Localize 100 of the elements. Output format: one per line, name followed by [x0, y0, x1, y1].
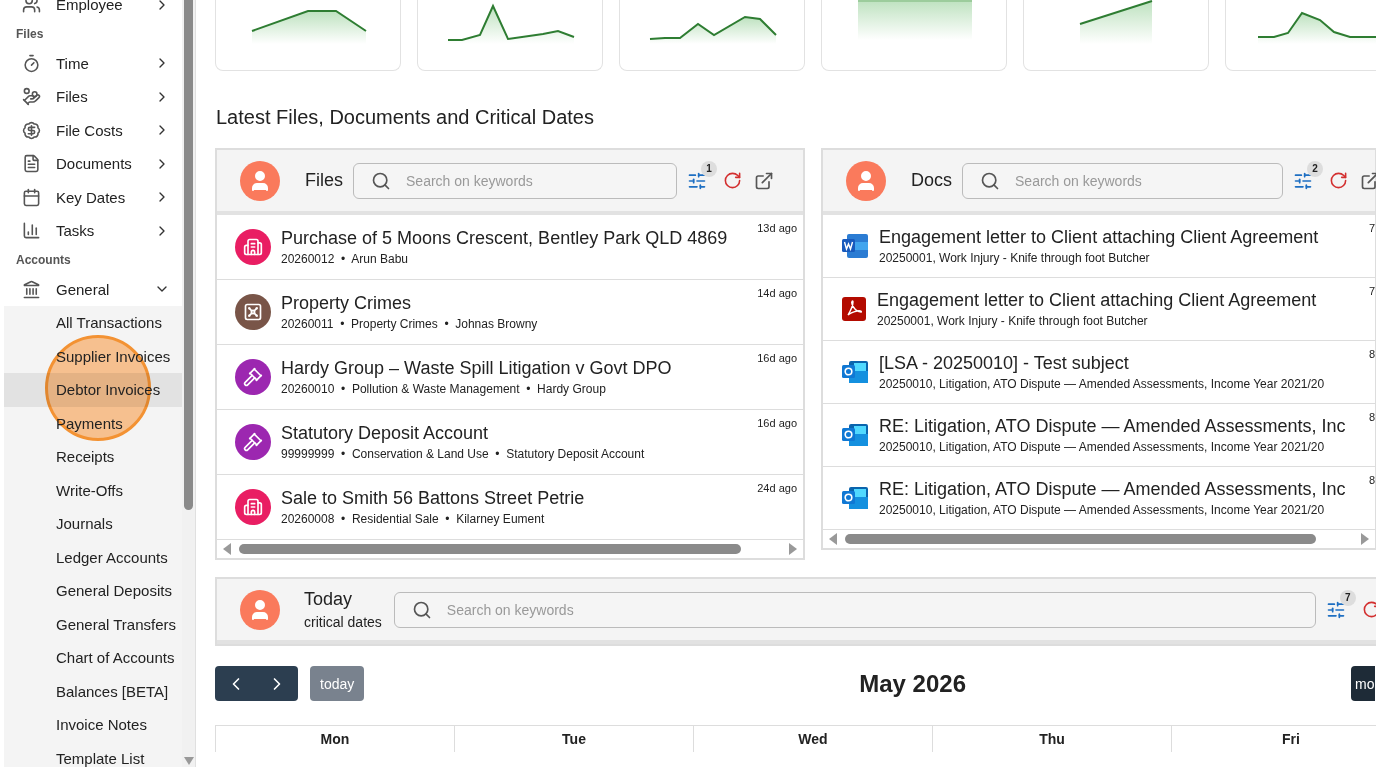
filter-icon — [1325, 599, 1346, 620]
row-title: Hardy Group – Waste Spill Litigation v Govt DPO — [281, 358, 672, 379]
sidebar-item[interactable]: Documents — [0, 147, 182, 181]
filter-button[interactable]: 2 — [1293, 160, 1323, 191]
count-badge: 2 — [1307, 160, 1323, 177]
sidebar-item[interactable]: Tasks — [0, 214, 182, 248]
day-header: Wed — [694, 726, 933, 752]
filter-icon — [1293, 170, 1313, 191]
row-details: 20260011 • Property Crimes • Johnas Browny — [281, 317, 538, 331]
submenu-item[interactable]: General Transfers — [4, 607, 182, 641]
search-icon — [980, 170, 1000, 191]
refresh-button[interactable] — [1361, 600, 1376, 619]
refresh-button[interactable] — [723, 171, 742, 190]
submenu-item[interactable]: Template List — [4, 741, 182, 767]
filter-button[interactable]: 1 — [687, 160, 717, 191]
row-time: 8 — [1368, 348, 1375, 360]
mail-file-icon — [841, 422, 869, 448]
item-label: Files — [56, 88, 89, 106]
bar-chart-icon — [22, 221, 41, 241]
item-label: Documents — [56, 155, 133, 173]
list-row[interactable]: [LSA - 20250010] - Test subject 20250010, Litigation, ATO Dispute — Amended Assessments, Income Year 2021/20 8 — [823, 341, 1375, 404]
sidebar-item[interactable]: General — [0, 272, 182, 306]
item-label: Tasks — [56, 222, 96, 240]
people-icon — [22, 0, 41, 15]
stopwatch-icon — [22, 53, 41, 73]
count-badge: 1 — [701, 160, 717, 177]
filter-button[interactable]: 7 — [1325, 589, 1356, 620]
day-header: Mon — [216, 726, 455, 752]
row-title: [LSA - 20250010] - Test subject — [879, 353, 1130, 374]
submenu-item[interactable]: Write-Offs — [4, 473, 182, 507]
list-row[interactable]: Property Crimes 20260011 • Property Crimes • Johnas Browny 14d ago — [217, 280, 803, 345]
search-field[interactable]: Search on keywords — [962, 162, 1283, 199]
calendar-icon — [22, 187, 41, 207]
dollar-badge-icon — [22, 120, 41, 140]
list-row[interactable]: RE: Litigation, ATO Dispute — Amended Assessments, Inc 20250010, Litigation, ATO Dispute — Amended Assessments, Income Year 2021/20 8 — [823, 467, 1375, 530]
row-details: 20250010, Litigation, ATO Dispute — Amended Assessments, Income Year 2021/20 — [879, 440, 1326, 454]
search-field[interactable]: Search on keywords — [353, 162, 677, 199]
row-title: Sale to Smith 56 Battons Street Petrie — [281, 488, 585, 509]
search-icon — [371, 170, 391, 191]
submenu-item[interactable]: Payments — [4, 406, 182, 440]
item-label: Key Dates — [56, 188, 127, 206]
bank-icon — [22, 279, 41, 299]
submenu-item[interactable]: All Transactions — [4, 306, 182, 340]
submenu-item[interactable]: Invoice Notes — [4, 708, 182, 742]
submenu-item[interactable]: Ledger Accounts — [4, 540, 182, 574]
list-row[interactable]: Statutory Deposit Account 99999999 • Conservation & Land Use • Statutory Deposit Account 16d ago — [217, 410, 803, 475]
view-button[interactable]: mo — [1351, 666, 1375, 701]
list-row[interactable]: RE: Litigation, ATO Dispute — Amended Assessments, Inc 20250010, Litigation, ATO Dispute — Amended Assessments, Income Year 2021/20 8 — [823, 404, 1375, 467]
sidebar-item[interactable]: Key Dates — [0, 180, 182, 214]
row-details: 20250001, Work Injury - Knife through foot Butcher — [877, 314, 1149, 328]
row-details: 20260012 • Arun Babu — [281, 252, 409, 266]
day-header: Thu — [933, 726, 1172, 752]
submenu-item[interactable]: Debtor Invoices — [4, 373, 182, 407]
panel-title: Docs — [911, 170, 952, 191]
list-row[interactable]: Hardy Group – Waste Spill Litigation v Govt DPO 20260010 • Pollution & Waste Management • Hardy Group 16d ago — [217, 345, 803, 410]
panel-title: Today — [304, 589, 354, 610]
external-link-button[interactable] — [754, 170, 774, 191]
section-label: Accounts — [15, 252, 72, 269]
submenu-item[interactable]: Journals — [4, 507, 182, 541]
doc-file-icon — [841, 233, 869, 259]
row-time: 14d ago — [757, 287, 797, 299]
submenu-item[interactable]: Receipts — [4, 440, 182, 474]
row-title: RE: Litigation, ATO Dispute — Amended Assessments, Inc — [879, 479, 1346, 500]
row-title: RE: Litigation, ATO Dispute — Amended Assessments, Inc — [879, 416, 1346, 437]
mail-file-icon — [841, 359, 869, 385]
row-time: 16d ago — [757, 417, 797, 429]
list-row[interactable]: Engagement letter to Client attaching Client Agreement 20250001, Work Injury - Knife through foot Butcher 7 — [823, 215, 1375, 278]
sidebar-item[interactable]: File Costs — [0, 113, 182, 147]
row-details: 20250010, Litigation, ATO Dispute — Amended Assessments, Income Year 2021/20 — [879, 377, 1325, 391]
submenu-item[interactable]: Chart of Accounts — [4, 641, 182, 675]
search-icon — [411, 599, 432, 620]
row-time: 8 — [1368, 474, 1375, 486]
user-avatar — [240, 160, 280, 201]
row-time: 8 — [1368, 411, 1375, 423]
item-label: General — [56, 280, 111, 298]
submenu-item[interactable]: Balances [BETA] — [4, 674, 182, 708]
row-time: 16d ago — [757, 352, 797, 364]
row-details: 99999999 • Conservation & Land Use • Statutory Deposit Account — [281, 447, 645, 461]
sidebar-item[interactable]: Employee — [0, 0, 182, 22]
user-avatar — [240, 589, 280, 630]
row-time: 13d ago — [757, 222, 797, 234]
today-button[interactable]: today — [310, 666, 365, 701]
vertical-scrollbar[interactable] — [182, 0, 196, 767]
row-title: Engagement letter to Client attaching Client Agreement — [879, 227, 1319, 248]
panel-subtitle: critical dates — [304, 614, 382, 630]
submenu-item[interactable]: General Deposits — [4, 574, 182, 608]
mail-file-icon — [841, 485, 869, 511]
sidebar-item[interactable]: Time — [0, 46, 182, 80]
refresh-button[interactable] — [1329, 171, 1348, 190]
list-row[interactable]: Sale to Smith 56 Battons Street Petrie 20260008 • Residential Sale • Kilarney Eument 24d ago — [217, 475, 803, 540]
list-row[interactable]: Engagement letter to Client attaching Client Agreement 20250001, Work Injury - Knife through foot Butcher 7 — [823, 278, 1375, 341]
search-field[interactable]: Search on keywords — [393, 591, 1316, 628]
section-label: Files — [15, 26, 45, 43]
item-label: Employee — [56, 0, 124, 14]
hand-coins-icon — [22, 87, 41, 107]
row-title: Statutory Deposit Account — [281, 423, 490, 444]
list-row[interactable]: Purchase of 5 Moons Crescent, Bentley Park QLD 4869 20260012 • Arun Babu 13d ago — [217, 215, 803, 280]
external-link-button[interactable] — [1360, 170, 1376, 191]
row-time: 24d ago — [757, 482, 797, 494]
sidebar-item[interactable]: Files — [0, 80, 182, 114]
